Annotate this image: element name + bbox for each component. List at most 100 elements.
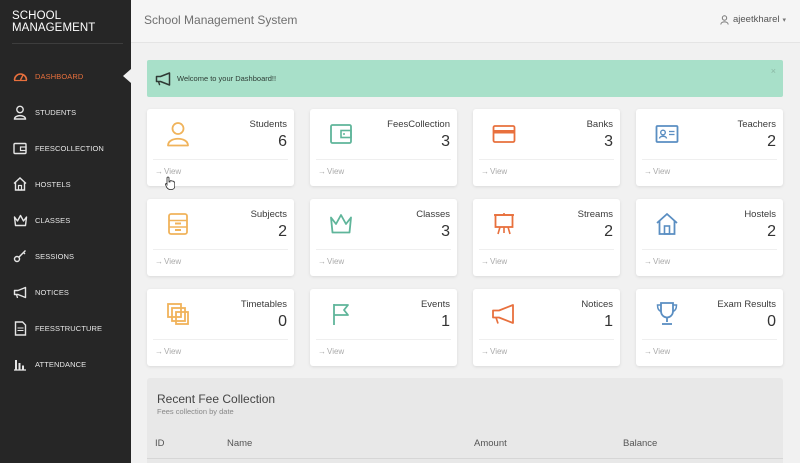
view-link[interactable]: →View [155,257,182,266]
card-classes: Classes 3 →View [310,199,457,276]
card-label: Students [249,119,288,130]
arrow-right-icon: → [644,257,652,266]
view-label: View [490,167,508,176]
view-link[interactable]: →View [481,347,508,356]
page-title: School Management System [144,13,298,27]
megaphone-icon [12,284,28,300]
wallet-icon [328,121,354,147]
column-header-name: Name [227,438,253,449]
bar-chart-icon [12,356,28,372]
card-label: Banks [586,119,613,130]
arrow-right-icon: → [318,167,326,176]
sidebar-item-label: HOSTELS [35,179,71,189]
card-banks: Banks 3 →View [473,109,620,186]
card-hostels: Hostels 2 →View [636,199,783,276]
sidebar: SCHOOL MANAGEMENT DASHBOARD STUDENTS FEE… [0,0,131,463]
close-icon[interactable]: × [771,66,776,76]
card-divider [153,249,288,250]
sidebar-item-attendance[interactable]: ATTENDANCE [0,346,131,382]
card-events: Events 1 →View [310,289,457,366]
card-notices: Notices 1 →View [473,289,620,366]
card-count: 2 [767,223,776,240]
dashboard-icon [12,68,28,84]
card-label: Teachers [737,119,776,130]
arrow-right-icon: → [481,167,489,176]
card-label: Exam Results [717,299,776,310]
sidebar-item-students[interactable]: STUDENTS [0,94,131,130]
user-icon [720,14,729,25]
card-count: 3 [441,133,450,150]
megaphone-icon [491,301,517,327]
card-divider [642,339,777,340]
view-label: View [164,167,182,176]
card-count: 2 [604,223,613,240]
sidebar-item-label: FEESCOLLECTION [35,143,104,153]
caret-down-icon: ▾ [782,16,786,24]
sidebar-item-label: DASHBOARD [35,71,84,81]
view-label: View [653,347,671,356]
crown-icon [328,211,354,237]
sidebar-item-hostels[interactable]: HOSTELS [0,166,131,202]
arrow-right-icon: → [318,347,326,356]
card-divider [479,249,614,250]
view-link[interactable]: →View [644,257,671,266]
home-icon [12,176,28,192]
view-link[interactable]: →View [318,257,345,266]
card-count: 0 [767,313,776,330]
home-icon [654,211,680,237]
card-count: 3 [604,133,613,150]
sidebar-item-sessions[interactable]: SESSIONS [0,238,131,274]
arrow-right-icon: → [318,257,326,266]
sidebar-item-notices[interactable]: NOTICES [0,274,131,310]
card-label: Timetables [240,299,287,310]
arrow-right-icon: → [481,257,489,266]
arrow-right-icon: → [481,347,489,356]
presentation-icon [491,211,517,237]
credit-card-icon [491,121,517,147]
sidebar-item-label: FEESSTRUCTURE [35,323,103,333]
view-link[interactable]: →View [481,167,508,176]
card-teachers: Teachers 2 →View [636,109,783,186]
sidebar-item-label: SESSIONS [35,251,75,261]
sidebar-item-label: STUDENTS [35,107,77,117]
wallet-icon [12,140,28,156]
view-label: View [490,347,508,356]
card-streams: Streams 2 →View [473,199,620,276]
card-label: Classes [416,209,450,220]
view-label: View [653,167,671,176]
user-menu[interactable]: ajeetkharel ▾ [720,14,786,25]
card-divider [316,339,451,340]
card-divider [316,159,451,160]
view-link[interactable]: →View [644,167,671,176]
user-icon [12,104,28,120]
panel-subtitle: Fees collection by date [157,407,234,416]
sidebar-item-dashboard[interactable]: DASHBOARD [0,58,131,94]
view-label: View [490,257,508,266]
layers-icon [165,301,191,327]
view-link[interactable]: →View [318,167,345,176]
recent-fee-collection-panel: Recent Fee Collection Fees collection by… [147,378,783,463]
view-label: View [164,257,182,266]
view-link[interactable]: →View [155,167,182,176]
card-divider [316,249,451,250]
card-timetables: Timetables 0 →View [147,289,294,366]
view-link[interactable]: →View [481,257,508,266]
view-link[interactable]: →View [644,347,671,356]
sidebar-item-feesstructure[interactable]: FEESSTRUCTURE [0,310,131,346]
hand-cursor-icon [165,176,176,190]
view-link[interactable]: →View [318,347,345,356]
brand-title: SCHOOL MANAGEMENT [12,9,96,34]
card-label: Notices [581,299,613,310]
card-count: 0 [278,313,287,330]
arrow-right-icon: → [644,347,652,356]
view-link[interactable]: →View [155,347,182,356]
card-label: Events [420,299,450,310]
cabinet-icon [165,211,191,237]
card-count: 6 [278,133,287,150]
card-divider [479,339,614,340]
card-count: 1 [441,313,450,330]
view-label: View [327,257,345,266]
sidebar-item-feescollection[interactable]: FEESCOLLECTION [0,130,131,166]
view-label: View [327,347,345,356]
sidebar-item-classes[interactable]: CLASSES [0,202,131,238]
